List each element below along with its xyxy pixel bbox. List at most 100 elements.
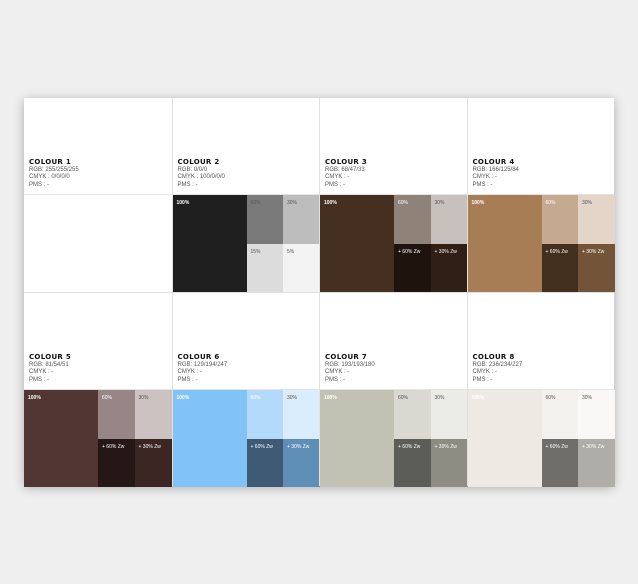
cmyk-value: CMYK : 0/0/0/0 bbox=[29, 174, 70, 180]
pms-value: PMS : - bbox=[325, 181, 346, 188]
colour-name: COLOUR 6 bbox=[177, 352, 220, 361]
swatch-group bbox=[24, 195, 172, 292]
swatch-label: + 30% Zw bbox=[582, 248, 605, 255]
swatch-label: + 60% Zw bbox=[398, 443, 421, 450]
swatch-label: 100% bbox=[28, 395, 41, 401]
swatch-shade-30 bbox=[134, 243, 172, 292]
swatch-label: + 60% Zw bbox=[102, 443, 125, 450]
rgb-value: RGB: 68/47/33 bbox=[325, 166, 365, 173]
colour-card-7: COLOUR 7 RGB: 193/193/180 CMYK : - PMS :… bbox=[319, 292, 468, 487]
swatch-tint-15: 15% bbox=[246, 243, 283, 292]
rgb-value: RGB: 81/54/51 bbox=[29, 361, 69, 368]
swatch-label: 30% bbox=[434, 200, 445, 206]
colour-name: COLOUR 4 bbox=[472, 157, 515, 166]
cmyk-value: CMYK : - bbox=[177, 369, 202, 375]
swatch-main: 100% bbox=[24, 390, 98, 487]
swatch-shade-30: + 30% Zw bbox=[283, 438, 320, 487]
swatch-main: 100% bbox=[320, 390, 394, 487]
swatch-label: 60% bbox=[102, 395, 113, 401]
pms-value: PMS : - bbox=[177, 376, 198, 383]
colour-card-6: COLOUR 6 RGB: 129/194/247 CMYK : - PMS :… bbox=[171, 292, 320, 487]
pms-value: PMS : - bbox=[472, 376, 493, 383]
swatch-label: 5% bbox=[287, 248, 295, 255]
pms-value: PMS : - bbox=[29, 181, 50, 188]
swatch-label: 100% bbox=[324, 395, 337, 401]
swatch-main: 100% bbox=[467, 390, 542, 487]
swatch-shade-30: + 30% Zw bbox=[578, 438, 615, 487]
colour-name: COLOUR 1 bbox=[29, 157, 72, 166]
swatch-label: 60% bbox=[545, 395, 556, 401]
cmyk-value: CMYK : 100/0/0/0 bbox=[177, 174, 225, 180]
swatch-tint-30 bbox=[134, 195, 172, 244]
swatch-label: 60% bbox=[250, 395, 261, 401]
swatch-group: 100% 60% 30% 15% 5% bbox=[172, 195, 320, 292]
swatch-label: 30% bbox=[582, 200, 593, 206]
swatch-label: 30% bbox=[138, 395, 149, 401]
colour-name: COLOUR 3 bbox=[325, 157, 368, 166]
colour-info: COLOUR 5 RGB: 81/54/51 CMYK : - PMS : - bbox=[24, 293, 172, 390]
cmyk-value: CMYK : - bbox=[29, 369, 54, 375]
rgb-value: RGB: 193/193/180 bbox=[325, 361, 375, 368]
swatch-label: 100% bbox=[471, 200, 485, 206]
swatch-label: 100% bbox=[471, 395, 485, 401]
swatch-tint-30: 30% bbox=[283, 390, 320, 439]
swatch-tint-60: 60% bbox=[246, 195, 283, 244]
swatch-label: + 30% Zw bbox=[434, 248, 457, 255]
swatch-label: + 60% Zw bbox=[545, 443, 568, 450]
swatch-label: 30% bbox=[287, 395, 298, 401]
swatch-tint-30: 30% bbox=[134, 390, 172, 439]
rgb-value: RGB: 255/255/255 bbox=[29, 166, 79, 173]
swatch-shade-30: + 30% Zw bbox=[134, 438, 172, 487]
colour-info: COLOUR 4 RGB: 166/125/84 CMYK : - PMS : … bbox=[467, 98, 614, 195]
swatch-label: + 30% Zw bbox=[138, 443, 161, 450]
colour-info: COLOUR 3 RGB: 68/47/33 CMYK : - PMS : - bbox=[320, 98, 467, 195]
colour-info: COLOUR 2 RGB: 0/0/0 CMYK : 100/0/0/0 PMS… bbox=[172, 98, 319, 195]
swatch-tint-5: 5% bbox=[283, 243, 320, 292]
swatch-tint-60: 60% bbox=[541, 195, 578, 244]
swatch-shade-60: + 60% Zw bbox=[246, 438, 283, 487]
colour-card-1: COLOUR 1 RGB: 255/255/255 CMYK : 0/0/0/0… bbox=[24, 98, 172, 292]
swatch-label: 30% bbox=[287, 200, 298, 206]
swatch-label: + 30% Zw bbox=[287, 443, 310, 450]
swatch-label: 30% bbox=[434, 395, 445, 401]
colour-card-3: COLOUR 3 RGB: 68/47/33 CMYK : - PMS : - … bbox=[319, 98, 468, 292]
swatch-tint-60: 60% bbox=[394, 195, 431, 244]
swatch-shade-60: + 60% Zw bbox=[394, 243, 431, 292]
swatch-main: 100% bbox=[320, 195, 394, 292]
swatch-label: 100% bbox=[176, 395, 190, 401]
swatch-label: 60% bbox=[545, 200, 556, 206]
colour-info: COLOUR 7 RGB: 193/193/180 CMYK : - PMS :… bbox=[320, 293, 467, 390]
colour-info: COLOUR 6 RGB: 129/194/247 CMYK : - PMS :… bbox=[172, 293, 319, 390]
colour-name: COLOUR 8 bbox=[472, 352, 515, 361]
swatch-group: 100% 60% 30% + 60% Zw + 30% Zw bbox=[172, 390, 320, 487]
swatch-label: + 30% Zw bbox=[434, 443, 457, 450]
swatch-shade-30: + 30% Zw bbox=[430, 243, 468, 292]
pms-value: PMS : - bbox=[325, 376, 346, 383]
swatch-shade-30: + 30% Zw bbox=[430, 438, 468, 487]
swatch-group: 100% 60% 30% + 60% Zw + 30% Zw bbox=[467, 390, 615, 487]
swatch-shade-60: + 60% Zw bbox=[541, 243, 578, 292]
rgb-value: RGB: 236/234/227 bbox=[472, 361, 523, 368]
swatch-label: 60% bbox=[398, 395, 409, 401]
swatch-tint-60: 60% bbox=[98, 390, 135, 439]
swatch-tint-30: 30% bbox=[578, 195, 615, 244]
pms-value: PMS : - bbox=[177, 181, 198, 188]
swatch-shade-60: + 60% Zw bbox=[98, 438, 135, 487]
swatch-tint-30: 30% bbox=[430, 195, 468, 244]
swatch-tint-60 bbox=[98, 195, 135, 244]
swatch-main: 100% bbox=[467, 195, 542, 292]
swatch-tint-30: 30% bbox=[430, 390, 468, 439]
colour-card-2: COLOUR 2 RGB: 0/0/0 CMYK : 100/0/0/0 PMS… bbox=[171, 98, 320, 292]
swatch-group: 100% 60% 30% + 60% Zw + 30% Zw bbox=[320, 390, 468, 487]
swatch-label: 60% bbox=[250, 200, 261, 206]
swatch-label: + 30% Zw bbox=[582, 443, 605, 450]
swatch-tint-60: 60% bbox=[394, 390, 431, 439]
swatch-shade-30: + 30% Zw bbox=[578, 243, 615, 292]
swatch-tint-60: 60% bbox=[246, 390, 283, 439]
cmyk-value: CMYK : - bbox=[472, 174, 497, 180]
colour-info: COLOUR 8 RGB: 236/234/227 CMYK : - PMS :… bbox=[467, 293, 614, 390]
colour-card-4: COLOUR 4 RGB: 166/125/84 CMYK : - PMS : … bbox=[466, 98, 615, 292]
swatch-label: + 60% Zw bbox=[398, 248, 421, 255]
swatch-shade-60 bbox=[98, 243, 135, 292]
cmyk-value: CMYK : - bbox=[325, 174, 350, 180]
